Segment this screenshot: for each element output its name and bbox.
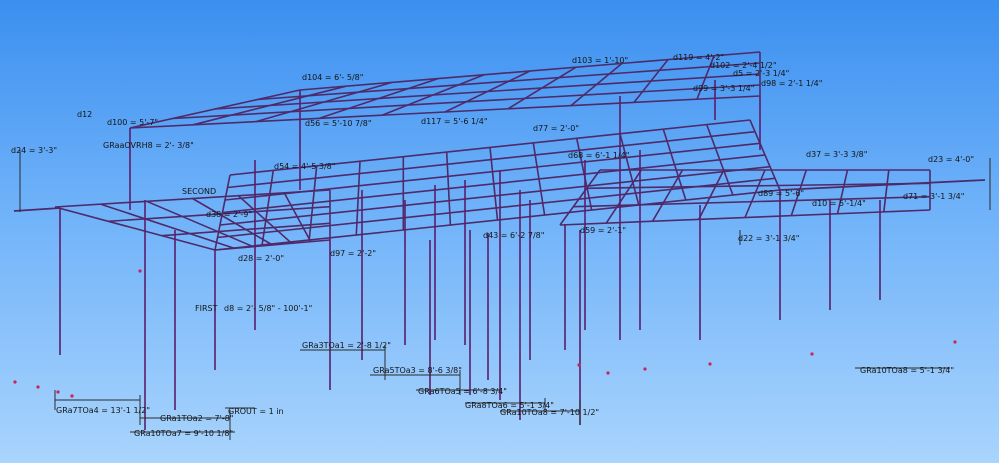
- dim-label[interactable]: d71 = 3'-1 3/4": [903, 192, 964, 201]
- grid-marker-dot: [606, 371, 610, 375]
- grid-markers: [13, 269, 957, 398]
- grid-marker-dot: [70, 394, 74, 398]
- roof-joist: [172, 84, 761, 120]
- dim-label[interactable]: d8 = 2'- 5/8" - 100'-1": [224, 304, 312, 313]
- wireframe-scene[interactable]: d104 = 6'- 5/8" d103 = 1'-10" d119 = 4'-…: [0, 0, 999, 463]
- dim-label[interactable]: GRa5TOa3 = 8'-6 3/8": [373, 366, 462, 375]
- dim-label[interactable]: d117 = 5'-6 1/4": [421, 117, 488, 126]
- dim-label[interactable]: d5 = 2'-3 1/4": [733, 69, 789, 78]
- dim-label[interactable]: GRa10TOa8 = 5'-1 3/4": [860, 366, 954, 375]
- grid-marker-dot: [708, 362, 712, 366]
- grid-marker-dot: [56, 390, 60, 394]
- left-deck-beam: [237, 195, 293, 244]
- dim-label[interactable]: GRa7TOa4 = 13'-1 1/2": [56, 406, 150, 415]
- columns: [59, 80, 881, 430]
- dim-label[interactable]: d89 = 5'-6": [758, 189, 804, 198]
- dim-label[interactable]: d23 = 4'-0": [928, 155, 974, 164]
- cantilever-beam: [13, 207, 61, 212]
- dim-label[interactable]: d28 = 2'-0": [238, 254, 284, 263]
- dim-label[interactable]: d38 = 2'-9": [206, 210, 252, 219]
- dim-label[interactable]: d24 = 3'-3": [11, 146, 57, 155]
- dim-label[interactable]: d43 = 6'-2 7/8": [483, 231, 544, 240]
- dim-label[interactable]: d37 = 3'-3 3/8": [806, 150, 867, 159]
- grid-marker-dot: [577, 363, 581, 367]
- right-deck-beam: [698, 169, 725, 220]
- dim-label[interactable]: GRa6TOa5 = 6'-8 3/4": [418, 387, 507, 396]
- dimension-lines: [19, 150, 991, 440]
- dim-label[interactable]: d59 = 2'-1": [580, 226, 626, 235]
- left-deck-joist: [214, 239, 331, 251]
- upper-floor-joist: [227, 130, 756, 189]
- dim-label[interactable]: SECOND: [182, 187, 216, 196]
- grid-marker-dot: [13, 380, 17, 384]
- dim-label[interactable]: d12: [77, 110, 92, 119]
- model-viewport[interactable]: d104 = 6'- 5/8" d103 = 1'-10" d119 = 4'-…: [0, 0, 999, 463]
- dim-label[interactable]: GRa1TOa2 = 7'-8": [160, 414, 233, 423]
- dim-label[interactable]: d104 = 6'- 5/8": [302, 73, 363, 82]
- dim-label[interactable]: d22 = 3'-1 3/4": [738, 234, 799, 243]
- dim-label[interactable]: d103 = 1'-10": [572, 56, 628, 65]
- left-deck-beam: [54, 206, 216, 251]
- grid-marker-dot: [953, 340, 957, 344]
- upper-floor-joist: [219, 165, 771, 226]
- right-deck-joist: [573, 195, 931, 208]
- dim-label[interactable]: GRa10TOa8 = 7'-10 1/2": [500, 408, 599, 417]
- dim-label[interactable]: d100 = 5'-7": [107, 118, 158, 127]
- dim-label[interactable]: d68 = 6'-1 1/4": [568, 151, 629, 160]
- dim-label[interactable]: d99 = 3'-3 1/4": [693, 84, 754, 93]
- dim-label[interactable]: d10 = 5'-1/4": [812, 199, 866, 208]
- dim-label[interactable]: d54 = 4'-5 3/8": [274, 162, 335, 171]
- dim-label[interactable]: GRaaOVRH8 = 2'- 3/8": [103, 141, 194, 150]
- dim-label[interactable]: d77 = 2'-0": [533, 124, 579, 133]
- dim-label[interactable]: d98 = 2'-1 1/4": [761, 79, 822, 88]
- grid-marker-dot: [643, 367, 647, 371]
- dim-label[interactable]: GRa3TOa1 = 2'-8 1/2": [302, 341, 391, 350]
- right-deck-joist: [559, 209, 931, 226]
- grid-marker-dot: [36, 385, 40, 389]
- dim-label[interactable]: GRa10TOa7 = 9'-10 1/8": [134, 429, 233, 438]
- dim-label[interactable]: GROUT = 1 in: [228, 407, 284, 416]
- grid-marker-dot: [810, 352, 814, 356]
- dim-label[interactable]: d56 = 5'-10 7/8": [305, 119, 372, 128]
- right-deck-beam: [883, 169, 890, 212]
- grid-marker-dot: [138, 269, 142, 273]
- dim-label[interactable]: FIRST: [195, 304, 218, 313]
- dim-label[interactable]: d97 = 2'-2": [330, 249, 376, 258]
